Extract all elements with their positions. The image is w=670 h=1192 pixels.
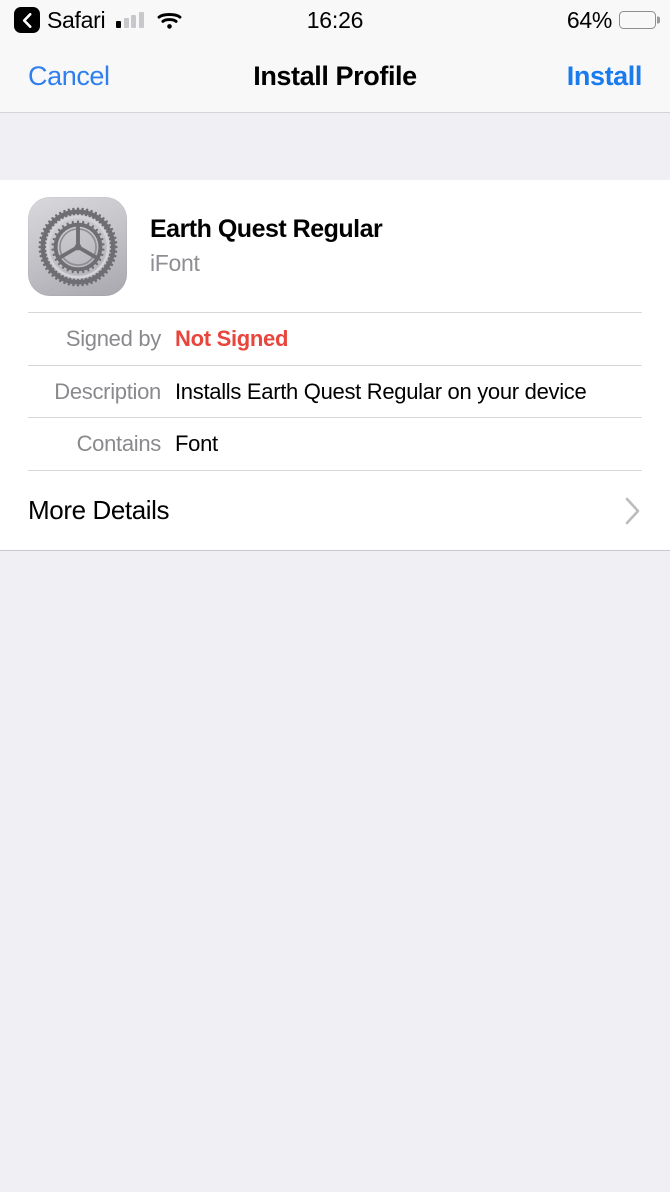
back-app-label[interactable]: Safari <box>47 7 106 34</box>
profile-name: Earth Quest Regular <box>150 215 383 244</box>
detail-row: Description Installs Earth Quest Regular… <box>28 364 642 418</box>
cellular-signal-icon <box>116 12 144 28</box>
profile-organization: iFont <box>150 249 200 276</box>
battery-cap <box>657 16 660 24</box>
status-bar-left: Safari <box>14 7 182 34</box>
wifi-icon <box>157 11 182 30</box>
detail-row: Signed by Not Signed <box>28 312 642 365</box>
navigation-bar: Cancel Install Profile Install <box>0 40 670 113</box>
detail-value: Not Signed <box>175 326 289 351</box>
profile-text-block: Earth Quest Regular iFont <box>150 214 383 278</box>
detail-row: Contains Font <box>28 417 642 470</box>
status-bar-right: 64% <box>566 6 660 34</box>
more-details-separator: More Details <box>28 470 642 550</box>
cancel-button[interactable]: Cancel <box>28 61 110 92</box>
settings-gear-icon <box>28 197 127 296</box>
profile-header: Earth Quest Regular iFont <box>0 180 670 312</box>
detail-value: Installs Earth Quest Regular on your dev… <box>175 378 587 404</box>
battery-icon <box>619 11 660 29</box>
chevron-left-icon <box>22 12 32 28</box>
section-gap <box>0 113 670 180</box>
detail-label: Description <box>54 378 161 404</box>
detail-value: Font <box>175 431 218 457</box>
detail-label: Contains <box>76 431 162 457</box>
profile-card: Earth Quest Regular iFont Signed by Not … <box>0 180 670 552</box>
install-button[interactable]: Install <box>567 61 643 92</box>
battery-percent-label: 64% <box>566 6 612 33</box>
detail-label: Signed by <box>65 326 161 351</box>
chevron-right-icon <box>624 496 642 526</box>
back-to-app-button[interactable] <box>14 7 40 33</box>
install-profile-screen: Safari 16:26 64% Cancel Install Profile … <box>0 0 670 1192</box>
more-details-row[interactable]: More Details <box>28 471 642 550</box>
status-bar: Safari 16:26 64% <box>0 0 670 40</box>
profile-detail-list: Signed by Not Signed Description Install… <box>0 312 670 470</box>
more-details-label: More Details <box>28 495 170 526</box>
